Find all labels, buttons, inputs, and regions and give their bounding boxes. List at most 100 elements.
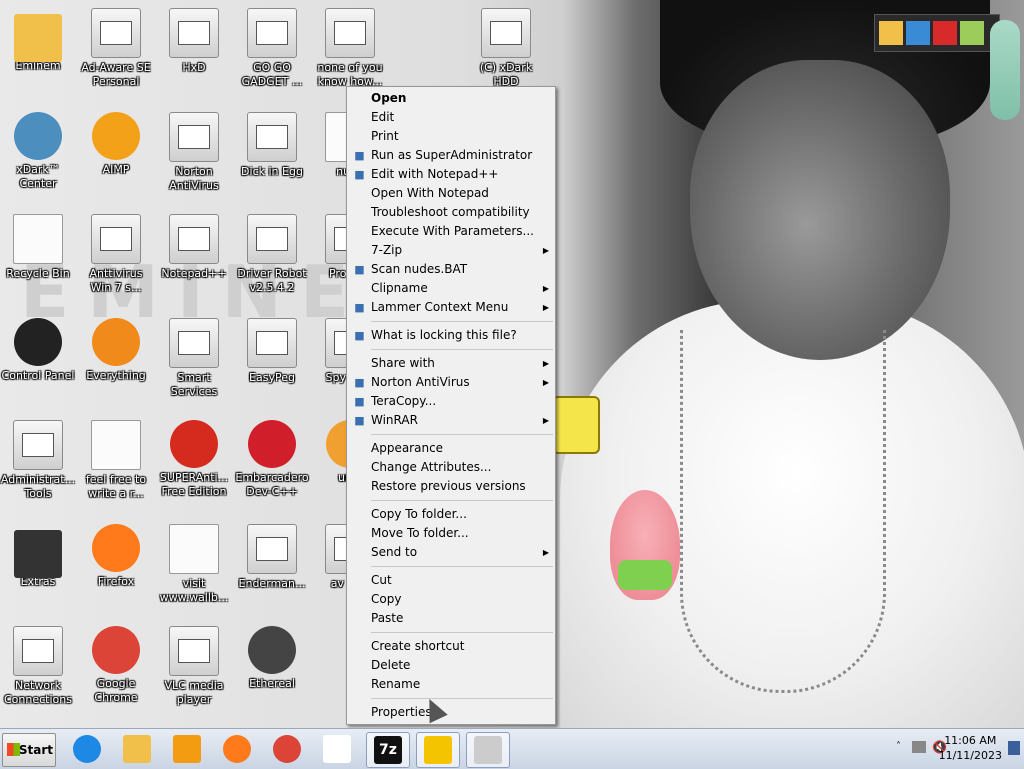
taskbar: Start 7z ˄ 🔇 11:06 AM 11/11/2023 [0, 728, 1024, 769]
menu-item[interactable]: Cut [347, 571, 555, 590]
desktop[interactable]: EMINEM Eminem Ad-Aware SE Personal HxD GO G… [0, 0, 1024, 728]
shortcut-icon [325, 8, 375, 58]
desktop-icon[interactable]: Ad-Aware SE Personal [78, 8, 154, 89]
menu-item[interactable]: Change Attributes... [347, 458, 555, 477]
desktop-icon[interactable]: EasyPeg [234, 318, 310, 385]
menu-item[interactable]: Edit [347, 108, 555, 127]
desktop-icon[interactable]: Dick in Egg [234, 112, 310, 179]
desktop-icon[interactable]: Anttivirus Win 7 s... [78, 214, 154, 295]
desktop-icon[interactable]: Enderman... [234, 524, 310, 591]
desktop-icon[interactable]: feel free to write a r... [78, 420, 154, 501]
taskbar-button-internet-explorer[interactable] [66, 732, 108, 766]
network-icon[interactable] [906, 21, 930, 45]
desktop-icon[interactable]: Eminem [0, 8, 76, 73]
app-icon[interactable] [960, 21, 984, 45]
desktop-icon[interactable]: Driver Robot v2.5.4.2 [234, 214, 310, 295]
menu-item[interactable]: Clipname ▶ [347, 279, 555, 298]
menu-item[interactable]: Share with ▶ [347, 354, 555, 373]
menu-item[interactable]: Open With Notepad [347, 184, 555, 203]
menu-item[interactable]: Open [347, 89, 555, 108]
desktop-icon[interactable]: SUPERAnti... Free Edition [156, 420, 232, 499]
menu-item[interactable]: 7-Zip ▶ [347, 241, 555, 260]
desktop-icon[interactable]: Norton AntiVirus [156, 112, 232, 193]
menu-item[interactable]: Troubleshoot compatibility [347, 203, 555, 222]
taskbar-button-norton[interactable] [416, 732, 460, 768]
menu-item[interactable]: ■ Norton AntiVirus ▶ [347, 373, 555, 392]
desktop-icon[interactable]: Notepad++ [156, 214, 232, 281]
lock-search-icon: ■ [354, 329, 365, 342]
menu-item-label: Create shortcut [371, 639, 465, 653]
menu-item[interactable]: Send to ▶ [347, 543, 555, 562]
desktop-icon[interactable]: visit www.wallb... [156, 524, 232, 605]
desktop-icon[interactable]: VLC media player [156, 626, 232, 707]
start-button[interactable]: Start [2, 733, 56, 767]
menu-item[interactable]: ■ WinRAR ▶ [347, 411, 555, 430]
network-status-icon[interactable] [912, 741, 926, 753]
menu-item[interactable]: Copy [347, 590, 555, 609]
show-hidden-icons-icon[interactable]: ˄ [896, 741, 901, 752]
media-player-icon [173, 735, 201, 763]
desktop-icon[interactable]: Google Chrome [78, 626, 154, 705]
system-clock[interactable]: 11:06 AM 11/11/2023 [939, 733, 1002, 763]
desktop-icon[interactable]: HxD [156, 8, 232, 75]
menu-item[interactable]: Properties [347, 703, 555, 722]
menu-item[interactable]: ■ What is locking this file? [347, 326, 555, 345]
desktop-icon[interactable]: Extras [0, 524, 76, 589]
menu-item-label: Run as SuperAdministrator [371, 148, 533, 162]
taskbar-button-media-player[interactable] [166, 732, 208, 766]
show-desktop-icon[interactable] [1008, 741, 1020, 755]
menu-item[interactable]: Print [347, 127, 555, 146]
app-window-icon [474, 736, 502, 764]
folder-icon [123, 735, 151, 763]
desktop-icon[interactable]: Firefox [78, 524, 154, 589]
desktop-icon[interactable]: Embarcadero Dev-C++ [234, 420, 310, 499]
taskbar-button-folder-window[interactable] [316, 732, 358, 766]
desktop-icon[interactable]: none of you know how... [312, 8, 388, 89]
menu-item[interactable]: ■ Lammer Context Menu ▶ [347, 298, 555, 317]
taskbar-button-app-window[interactable] [466, 732, 510, 768]
menu-item[interactable]: ■ Run as SuperAdministrator [347, 146, 555, 165]
menu-item[interactable]: ■ Scan nudes.BAT [347, 260, 555, 279]
desktop-icon-label: Recycle Bin [6, 267, 70, 280]
menu-item[interactable]: Rename [347, 675, 555, 694]
menu-item[interactable]: Appearance [347, 439, 555, 458]
menu-item[interactable]: Create shortcut [347, 637, 555, 656]
menu-item[interactable]: Move To folder... [347, 524, 555, 543]
desktop-icon[interactable]: AIMP [78, 112, 154, 177]
desktop-icon[interactable]: Ethereal [234, 626, 310, 691]
taskbar-button-firefox[interactable] [216, 732, 258, 766]
7zip-icon: 7z [374, 736, 402, 764]
desktop-icon[interactable]: GO GO GADGET ... [234, 8, 310, 89]
desktop-icon[interactable]: (C) xDark HDD [468, 8, 544, 89]
submenu-arrow-icon: ▶ [542, 416, 549, 425]
desktop-icon[interactable]: Smart Services [156, 318, 232, 399]
chrome-icon [92, 626, 140, 674]
winrar-icon: ■ [354, 414, 365, 427]
desktop-icon[interactable]: Network Connections [0, 626, 76, 707]
desktop-icon[interactable]: Everything [78, 318, 154, 383]
easypeg-icon [247, 318, 297, 368]
menu-item[interactable]: Paste [347, 609, 555, 628]
menu-item[interactable]: Delete [347, 656, 555, 675]
folder-icon [14, 530, 62, 578]
tray-gadget[interactable] [874, 14, 1000, 52]
taskbar-button-explorer[interactable] [116, 732, 158, 766]
desktop-icon[interactable]: xDark™ Center [0, 112, 76, 191]
menu-item[interactable]: Restore previous versions [347, 477, 555, 496]
menu-item[interactable]: Copy To folder... [347, 505, 555, 524]
zonealarm-icon[interactable] [933, 21, 957, 45]
menu-item-label: Execute With Parameters... [371, 224, 534, 238]
folder-icon[interactable] [879, 21, 903, 45]
menu-item[interactable]: ■ TeraCopy... [347, 392, 555, 411]
app-window-icon [91, 8, 141, 58]
taskbar-button-chrome[interactable] [266, 732, 308, 766]
desktop-icon[interactable]: Recycle Bin [0, 214, 76, 281]
taskbar-button-7zip[interactable]: 7z [366, 732, 410, 768]
menu-item[interactable]: ■ Edit with Notepad++ [347, 165, 555, 184]
window-icon [323, 735, 351, 763]
desktop-icon[interactable]: Administrat... Tools [0, 420, 76, 501]
menu-item-label: Clipname [371, 281, 428, 295]
desktop-icon-label: Norton AntiVirus [169, 165, 219, 192]
desktop-icon[interactable]: Control Panel [0, 318, 76, 383]
menu-item[interactable]: Execute With Parameters... [347, 222, 555, 241]
